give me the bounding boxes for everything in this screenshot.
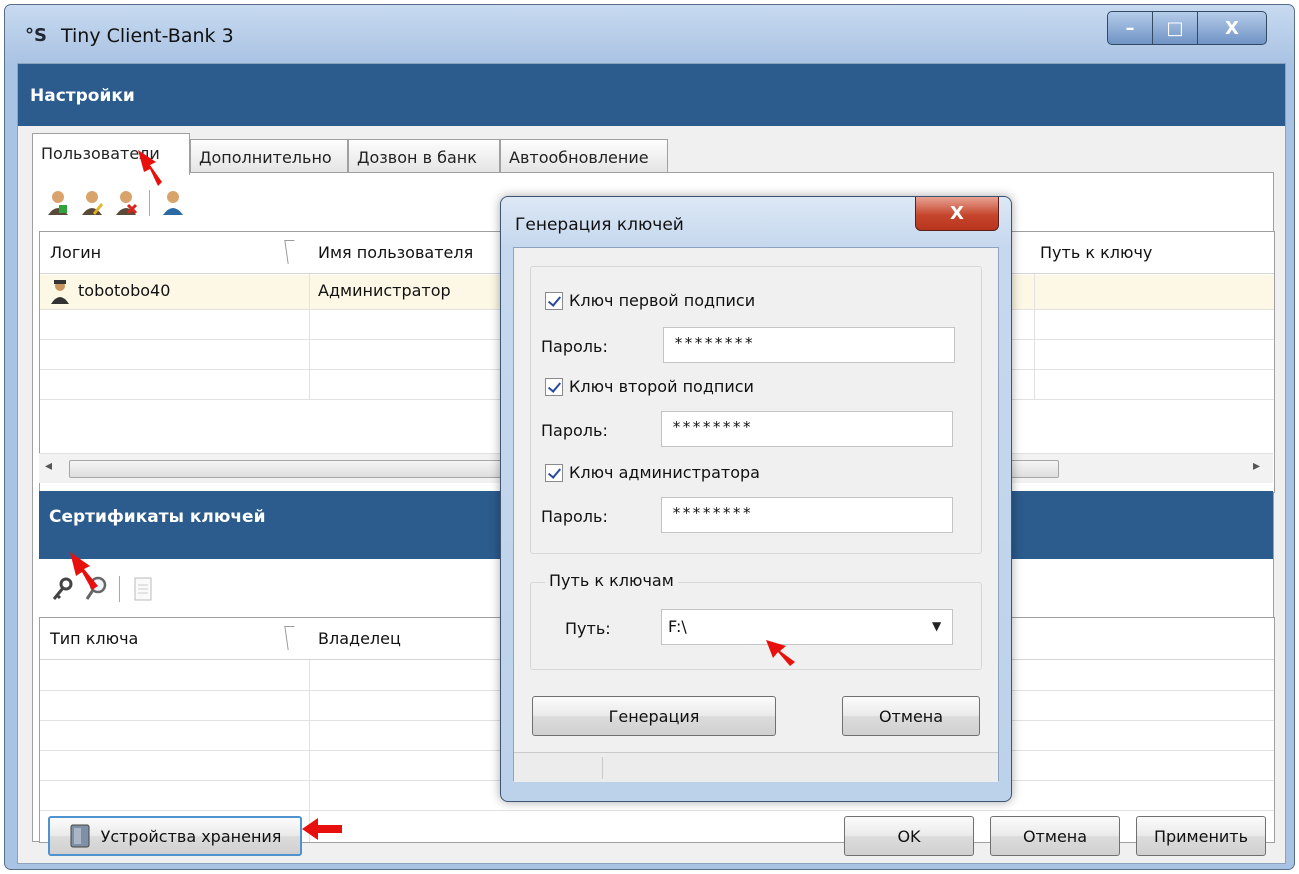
arrow-icon [70, 150, 795, 840]
arrow-icon [302, 818, 342, 840]
arrow-icon [138, 150, 162, 186]
arrow-icon [766, 640, 795, 666]
annotation-arrows [70, 150, 795, 840]
arrow-icon [70, 552, 98, 590]
